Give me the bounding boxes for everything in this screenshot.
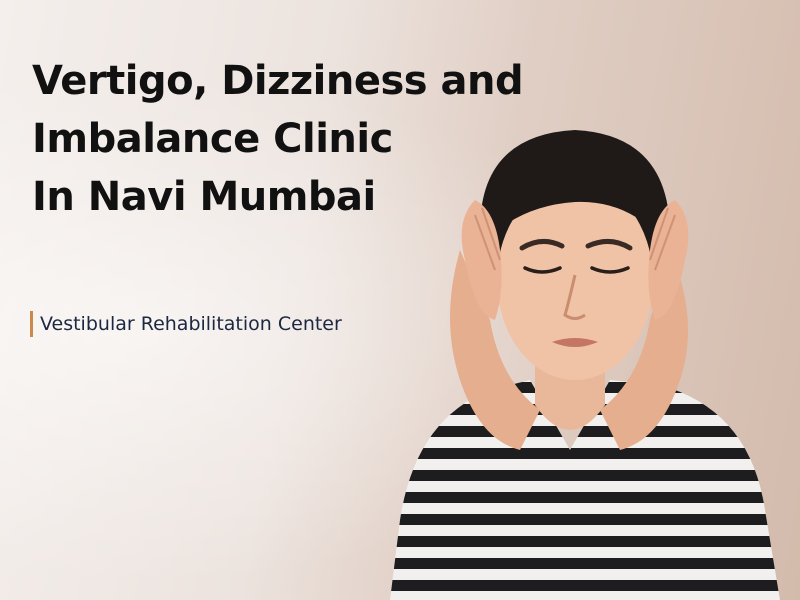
accent-bar [30, 311, 33, 337]
subtitle: Vestibular Rehabilitation Center [40, 313, 342, 335]
subtitle-block: Vestibular Rehabilitation Center [30, 311, 342, 337]
title-line-1: Vertigo, Dizziness and [32, 58, 524, 104]
title-line-2: Imbalance Clinic [32, 116, 393, 162]
hero-banner: Vertigo, Dizziness and Imbalance Clinic … [0, 0, 800, 600]
page-title: Vertigo, Dizziness and Imbalance Clinic … [32, 52, 632, 226]
title-line-3: In Navi Mumbai [32, 174, 376, 220]
